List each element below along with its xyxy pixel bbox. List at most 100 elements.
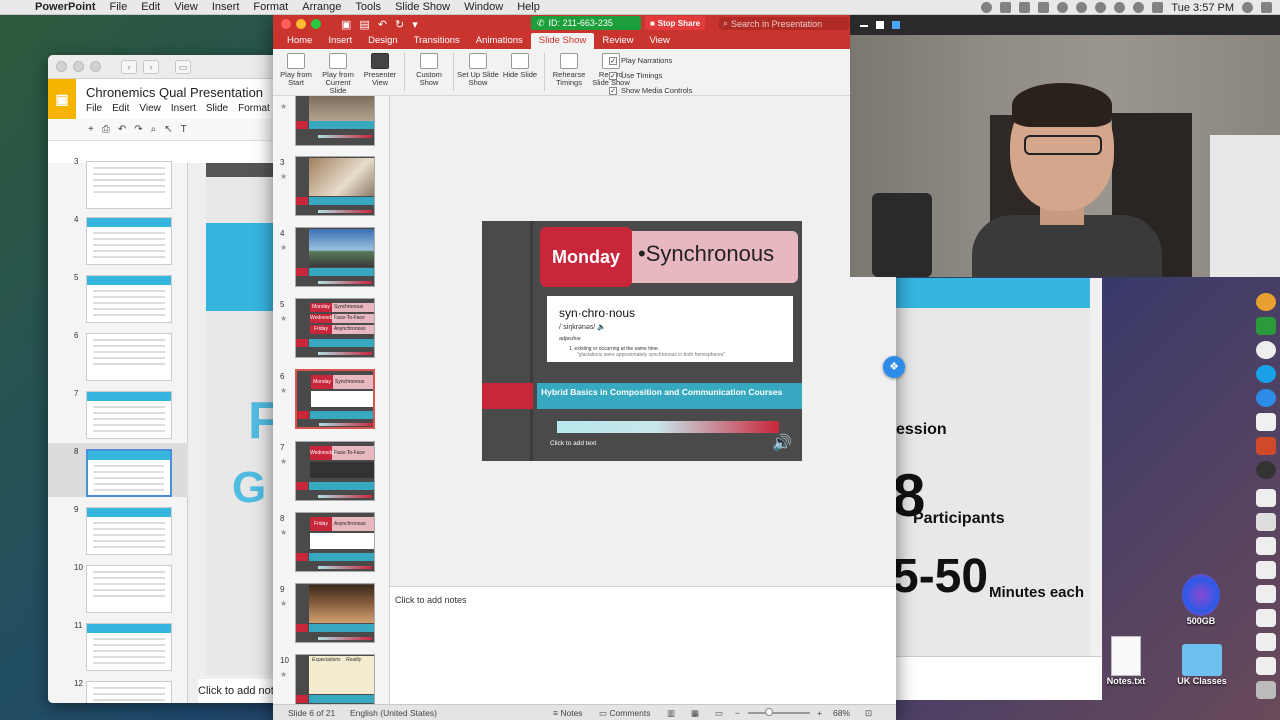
bw-menu-format[interactable]: Format (238, 103, 270, 114)
slide-thumb[interactable]: Expectations Reality (295, 654, 375, 704)
skype-icon[interactable] (1256, 365, 1276, 383)
minimize-button[interactable] (73, 61, 84, 72)
powerpoint-icon[interactable] (1256, 437, 1276, 455)
save-icon[interactable]: ▤ (359, 18, 369, 31)
audio-icon[interactable]: 🔊 (772, 433, 792, 453)
slide-day-label[interactable]: Monday (540, 227, 632, 287)
minimize-icon[interactable] (860, 25, 868, 27)
window-icon[interactable] (876, 21, 884, 29)
normal-view-icon[interactable]: ▥ (667, 708, 675, 719)
bluetooth-icon[interactable] (1076, 2, 1088, 13)
redo-icon[interactable]: ↻ (395, 18, 404, 31)
wifi-icon[interactable] (1114, 2, 1126, 13)
tab-insert[interactable]: Insert (320, 33, 360, 49)
close-button[interactable] (56, 61, 67, 72)
back-thumbnail-panel[interactable]: 3 4 5 6 7 8 9 10 11 12 (48, 157, 188, 703)
stop-share-button[interactable]: ■ Stop Share (645, 16, 705, 30)
presentation-title[interactable]: Chronemics Qual Presentation (86, 85, 270, 100)
document-icon[interactable] (1256, 657, 1276, 675)
slide-thumb[interactable]: Friday Asynchronous (295, 512, 375, 572)
menu-insert[interactable]: Insert (205, 1, 247, 13)
zoom-slider[interactable] (748, 712, 810, 714)
battery-icon[interactable] (1152, 2, 1164, 13)
dropbox-icon[interactable] (1019, 2, 1031, 13)
tab-home[interactable]: Home (279, 33, 320, 49)
reading-view-icon[interactable]: ▭ (715, 708, 723, 719)
info-icon[interactable] (1095, 2, 1107, 13)
trash-icon[interactable] (1256, 681, 1276, 699)
slide-thumb[interactable] (295, 583, 375, 643)
quicktime-icon[interactable] (1256, 461, 1276, 479)
menu-arrange[interactable]: Arrange (295, 1, 348, 13)
document-icon[interactable] (1256, 585, 1276, 603)
add-icon[interactable]: + (88, 124, 94, 135)
bw-slide-thumb[interactable] (86, 565, 172, 613)
undo-icon[interactable]: ↶ (118, 124, 126, 135)
tab-review[interactable]: Review (594, 33, 641, 49)
notes-button[interactable]: ≡ Notes (553, 708, 583, 718)
evernote-icon[interactable] (1256, 317, 1276, 335)
uk-classes-folder-icon[interactable]: UK Classes (1172, 644, 1232, 686)
tab-view[interactable]: View (641, 33, 677, 49)
language-indicator[interactable]: English (United States) (350, 708, 437, 718)
bw-slide-thumb[interactable] (86, 333, 172, 381)
bw-slide-thumb[interactable] (86, 681, 172, 703)
slide-thumb-selected[interactable]: Monday Synchronous (295, 369, 375, 429)
dropbox-badge-icon[interactable]: ❖ (883, 356, 905, 378)
slides-logo-icon[interactable]: ▣ (48, 79, 76, 119)
document-icon[interactable] (1256, 633, 1276, 651)
search-input[interactable]: ⌕ Search in Presentation (719, 17, 849, 30)
drive-500gb-icon[interactable]: 500GB (1176, 574, 1226, 626)
tab-slide-show[interactable]: Slide Show (530, 33, 595, 49)
document-icon[interactable] (1256, 537, 1276, 555)
redo-icon[interactable]: ↷ (134, 124, 142, 135)
undo-icon[interactable]: ↶ (378, 18, 387, 31)
bw-menu-file[interactable]: File (86, 103, 102, 114)
layout-icon[interactable]: ▣ (341, 18, 351, 31)
zoom-button[interactable] (311, 19, 321, 29)
slide-title[interactable]: •Synchronous (638, 241, 774, 267)
print-icon[interactable]: ⎙ (102, 124, 110, 135)
menu-window[interactable]: Window (457, 1, 510, 13)
bw-menu-edit[interactable]: Edit (112, 103, 129, 114)
slide-thumb[interactable] (295, 96, 375, 146)
bw-menu-slide[interactable]: Slide (206, 103, 228, 114)
slide-thumb[interactable]: Wednesday Face-To-Face (295, 441, 375, 501)
menubar-clock[interactable]: Tue 3:57 PM (1171, 2, 1234, 14)
setup-slide-show-button[interactable]: Set Up Slide Show (457, 53, 499, 87)
document-icon[interactable] (1256, 489, 1276, 507)
menu-help[interactable]: Help (510, 1, 547, 13)
zoom-icon[interactable]: ⌕ (151, 124, 157, 135)
zoom-in-icon[interactable]: + (817, 708, 822, 718)
preview-icon[interactable] (1256, 513, 1276, 531)
course-band-text[interactable]: Hybrid Basics in Composition and Communi… (541, 386, 791, 398)
play-narrations-checkbox[interactable]: ✓ Play Narrations (609, 53, 692, 68)
bw-slide-thumb-selected[interactable] (86, 449, 172, 497)
fullscreen-icon[interactable] (892, 21, 900, 29)
menu-tools[interactable]: Tools (348, 1, 388, 13)
menu-format[interactable]: Format (246, 1, 295, 13)
sync-icon[interactable] (1057, 2, 1069, 13)
current-slide[interactable]: Monday •Synchronous syn·chro·nous /ˈsiŋk… (482, 221, 802, 461)
photos-icon[interactable] (1256, 293, 1276, 311)
rehearse-timings-button[interactable]: Rehearse Timings (548, 53, 590, 87)
play-from-start-button[interactable]: Play from Start (275, 53, 317, 87)
record-icon[interactable] (981, 2, 993, 13)
tab-transitions[interactable]: Transitions (406, 33, 468, 49)
meeting-id-badge[interactable]: ✆ ID: 211-663-235 (531, 16, 641, 30)
slide-edit-area[interactable]: Monday •Synchronous syn·chro·nous /ˈsiŋk… (390, 96, 896, 586)
bw-slide-thumb[interactable] (86, 391, 172, 439)
definition-box[interactable]: syn·chro·nous /ˈsiŋkrənəs/ 🔈 adjective 1… (547, 296, 793, 362)
click-to-add-text[interactable]: Click to add text (550, 440, 596, 447)
textbox-icon[interactable]: T (181, 124, 187, 135)
bw-slide-thumb[interactable] (86, 161, 172, 209)
customize-icon[interactable]: ▾ (412, 18, 418, 31)
spotlight-icon[interactable] (1242, 2, 1253, 13)
bw-menu-insert[interactable]: Insert (171, 103, 196, 114)
comments-button[interactable]: ▭ Comments (599, 708, 651, 719)
sidebar-icon[interactable]: ▭ (175, 59, 191, 74)
zoom-level[interactable]: 68% (833, 708, 850, 718)
slide-thumb[interactable] (295, 156, 375, 216)
notification-center-icon[interactable] (1261, 2, 1272, 13)
zoom-button[interactable] (90, 61, 101, 72)
